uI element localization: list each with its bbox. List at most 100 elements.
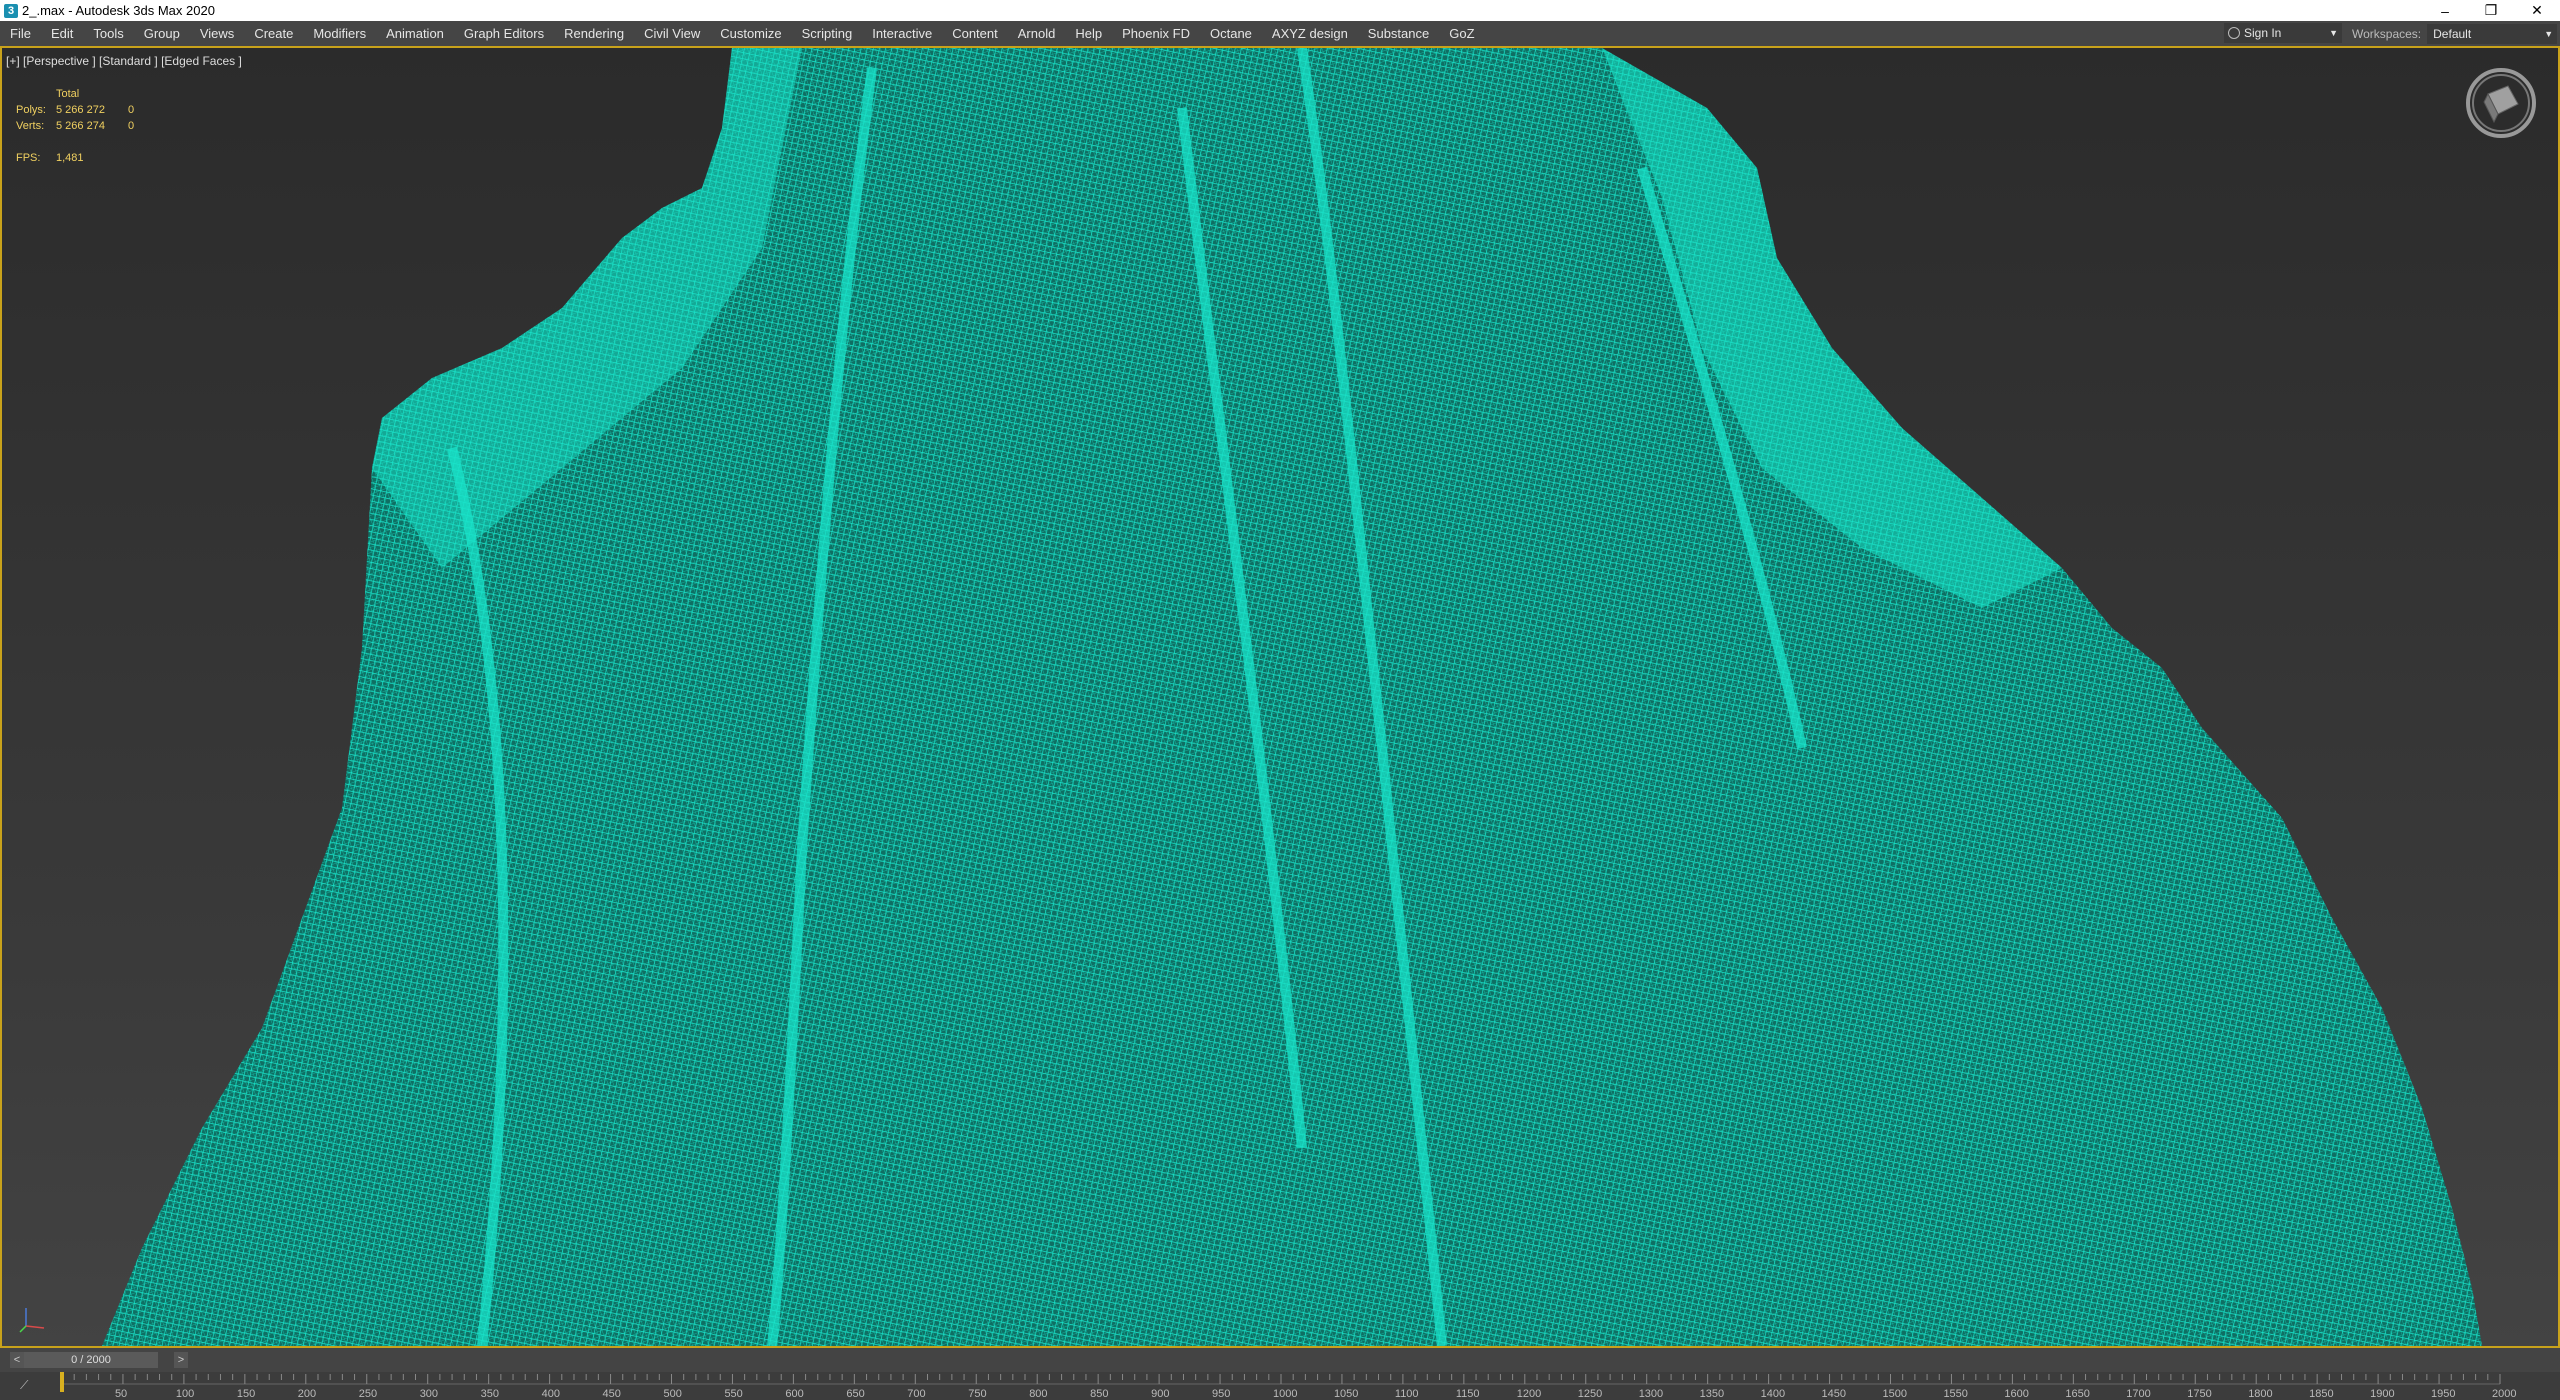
ruler-tick-label: 1500 — [1883, 1388, 1907, 1400]
ruler-tick-label: 250 — [359, 1388, 377, 1400]
perspective-viewport[interactable]: [+] [Perspective ] [Standard ] [Edged Fa… — [0, 46, 2560, 1348]
ruler-tick-label: 1550 — [1943, 1388, 1967, 1400]
ruler-tick-label: 350 — [481, 1388, 499, 1400]
ruler-tick-label: 450 — [603, 1388, 621, 1400]
ruler-tick-label: 1400 — [1761, 1388, 1785, 1400]
menu-items: File Edit Tools Group Views Create Modifiers An… — [0, 21, 1485, 46]
ruler-tick-label: 50 — [115, 1388, 127, 1400]
ruler-tick-label: 750 — [968, 1388, 986, 1400]
ruler-tick-label: 500 — [664, 1388, 682, 1400]
ruler-tick-label: 1750 — [2187, 1388, 2211, 1400]
viewport-label-menu[interactable]: [+] [Perspective ] [Standard ] [Edged Fa… — [6, 54, 242, 68]
restore-button[interactable]: ❐ — [2468, 0, 2514, 21]
ruler-tick-label: 700 — [907, 1388, 925, 1400]
track-bar-ruler[interactable]: 50 100 150 200 250 300 350 400 450 500 550 600 650 70… — [0, 1372, 2560, 1400]
fps-label: FPS: — [16, 152, 41, 164]
workspace-select[interactable]: Default ▼ — [2427, 23, 2558, 44]
verts-label: Verts: — [16, 120, 45, 132]
verts-selected: 0 — [128, 120, 135, 132]
ruler-tick-label: 200 — [298, 1388, 316, 1400]
polys-selected: 0 — [128, 104, 135, 116]
menu-phoenix-fd[interactable]: Phoenix FD — [1112, 21, 1200, 46]
ruler-tick-label: 300 — [420, 1388, 438, 1400]
menu-group[interactable]: Group — [134, 21, 190, 46]
ruler-tick-label: 1150 — [1456, 1388, 1480, 1400]
chevron-down-icon: ▼ — [2544, 28, 2554, 39]
menu-customize[interactable]: Customize — [710, 21, 791, 46]
menu-help[interactable]: Help — [1065, 21, 1112, 46]
fps-value: 1,481 — [56, 152, 84, 164]
menu-file[interactable]: File — [0, 21, 41, 46]
ruler-tick-label: 1800 — [2248, 1388, 2272, 1400]
menu-substance[interactable]: Substance — [1358, 21, 1439, 46]
chevron-down-icon: ▼ — [2329, 28, 2338, 38]
window-title: 2_.max - Autodesk 3ds Max 2020 — [22, 3, 215, 18]
ruler-tick-label: 1300 — [1639, 1388, 1663, 1400]
menu-animation[interactable]: Animation — [376, 21, 454, 46]
menu-content[interactable]: Content — [942, 21, 1008, 46]
ruler-tick-label: 1850 — [2309, 1388, 2333, 1400]
menu-rendering[interactable]: Rendering — [554, 21, 634, 46]
ruler-tick-label: 400 — [542, 1388, 560, 1400]
ruler-tick-label: 1050 — [1334, 1388, 1358, 1400]
menu-graph-editors[interactable]: Graph Editors — [454, 21, 554, 46]
verts-row: Verts: 5 266 274 0 — [16, 118, 134, 134]
menu-interactive[interactable]: Interactive — [862, 21, 942, 46]
menu-create[interactable]: Create — [244, 21, 303, 46]
ruler-tick-label: 1950 — [2431, 1388, 2455, 1400]
ruler-tick-label: 1650 — [2065, 1388, 2089, 1400]
menu-views[interactable]: Views — [190, 21, 244, 46]
window-controls: – ❐ ✕ — [2422, 0, 2560, 21]
ruler-tick-label: 550 — [724, 1388, 742, 1400]
viewcube-icon[interactable] — [2464, 66, 2538, 140]
time-slider[interactable]: < 0 / 2000 > — [0, 1348, 2560, 1372]
ruler-tick-label: 1700 — [2126, 1388, 2150, 1400]
track-bar[interactable]: ⟋ 50 100 150 200 250 300 350 400 450 500 550 600 650… — [0, 1372, 2560, 1400]
verts-value: 5 266 274 — [56, 120, 105, 132]
time-slider-next-button[interactable]: > — [174, 1352, 188, 1368]
workspace-value: Default — [2433, 26, 2472, 41]
rock-mesh-wireframe[interactable] — [2, 48, 2558, 1346]
polys-value: 5 266 272 — [56, 104, 105, 116]
menu-modifiers[interactable]: Modifiers — [303, 21, 376, 46]
ruler-tick-label: 850 — [1090, 1388, 1108, 1400]
ruler-tick-label: 650 — [846, 1388, 864, 1400]
ruler-tick-label: 1100 — [1395, 1388, 1419, 1400]
current-frame-marker[interactable] — [60, 1372, 64, 1392]
menu-octane[interactable]: Octane — [1200, 21, 1262, 46]
menu-axyz-design[interactable]: AXYZ design — [1262, 21, 1358, 46]
time-slider-thumb[interactable]: 0 / 2000 — [24, 1352, 158, 1368]
ruler-tick-label: 100 — [176, 1388, 194, 1400]
menu-arnold[interactable]: Arnold — [1008, 21, 1066, 46]
sign-in-dropdown[interactable]: Sign In ▼ — [2224, 23, 2342, 43]
time-slider-prev-button[interactable]: < — [10, 1352, 24, 1368]
menu-bar: File Edit Tools Group Views Create Modifiers An… — [0, 21, 2560, 46]
close-button[interactable]: ✕ — [2514, 0, 2560, 21]
sign-in-label: Sign In — [2244, 26, 2282, 40]
ruler-tick-label: 1900 — [2370, 1388, 2394, 1400]
ruler-tick-label: 150 — [237, 1388, 255, 1400]
ruler-tick-label: 1000 — [1273, 1388, 1297, 1400]
minimize-button[interactable]: – — [2422, 0, 2468, 21]
ruler-tick-label: 2000 — [2492, 1388, 2516, 1400]
menu-scripting[interactable]: Scripting — [792, 21, 863, 46]
menu-edit[interactable]: Edit — [41, 21, 83, 46]
axis-tripod-icon — [19, 1308, 45, 1333]
statistics-overlay: Total Polys: 5 266 272 0 Verts: 5 266 27… — [16, 86, 134, 166]
ruler-tick-label: 1250 — [1578, 1388, 1602, 1400]
ruler-tick-label: 800 — [1029, 1388, 1047, 1400]
ruler-tick-label: 1450 — [1822, 1388, 1846, 1400]
stats-total-header: Total — [56, 88, 80, 100]
fps-row: FPS: 1,481 — [16, 150, 134, 166]
menu-tools[interactable]: Tools — [83, 21, 133, 46]
app-icon: 3 — [4, 3, 18, 18]
workspaces-control: Workspaces: Default ▼ — [2352, 21, 2558, 46]
menu-goz[interactable]: GoZ — [1439, 21, 1484, 46]
ruler-tick-label: 900 — [1151, 1388, 1169, 1400]
ruler-tick-label: 950 — [1212, 1388, 1230, 1400]
ruler-tick-label: 1350 — [1700, 1388, 1724, 1400]
menu-civil-view[interactable]: Civil View — [634, 21, 710, 46]
ruler-tick-label: 1600 — [2004, 1388, 2028, 1400]
ruler-tick-label: 600 — [785, 1388, 803, 1400]
polys-label: Polys: — [16, 104, 46, 116]
